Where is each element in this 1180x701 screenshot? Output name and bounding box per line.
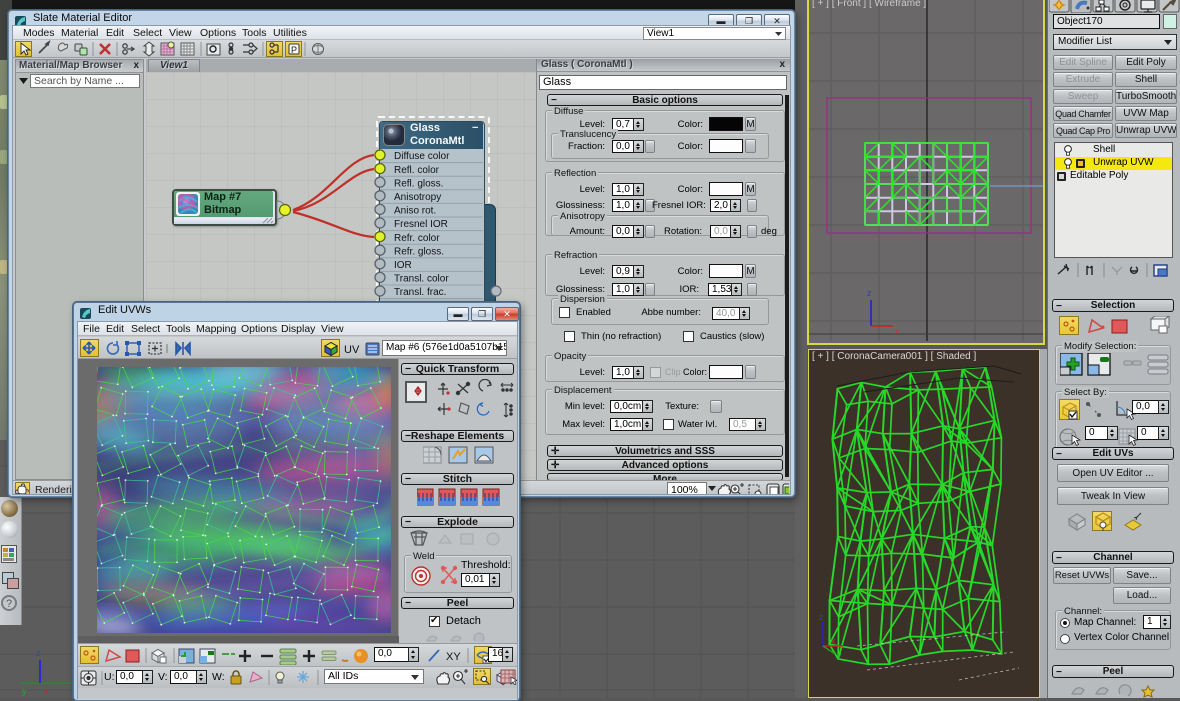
svg-text:Refl. gloss.: Refl. gloss. — [394, 178, 443, 189]
svg-text:XY: XY — [446, 651, 461, 663]
svg-text:y: y — [837, 650, 842, 660]
svg-text:Refl. color: Refl. color — [394, 165, 440, 176]
svg-text:Refr. gloss.: Refr. gloss. — [394, 246, 444, 257]
svg-text:Fresnel IOR: Fresnel IOR — [394, 219, 448, 230]
svg-text:z: z — [819, 612, 824, 622]
svg-text:Transl. frac.: Transl. frac. — [394, 287, 446, 298]
svg-text:x: x — [44, 686, 49, 696]
svg-text:y: y — [22, 686, 27, 696]
svg-text:Anisotropy: Anisotropy — [394, 192, 441, 203]
svg-text:IOR: IOR — [394, 260, 412, 271]
svg-text:Refr. color: Refr. color — [394, 233, 440, 244]
svg-text:UV: UV — [344, 344, 360, 356]
svg-text:x: x — [895, 326, 900, 336]
svg-text:z: z — [867, 288, 872, 298]
svg-text:x: x — [831, 636, 836, 646]
svg-text:P: P — [291, 45, 297, 55]
svg-text:Diffuse color: Diffuse color — [394, 151, 450, 162]
svg-text:z: z — [36, 648, 41, 658]
svg-text:Aniso rot.: Aniso rot. — [394, 206, 436, 217]
svg-text:Transl. color: Transl. color — [394, 274, 449, 285]
